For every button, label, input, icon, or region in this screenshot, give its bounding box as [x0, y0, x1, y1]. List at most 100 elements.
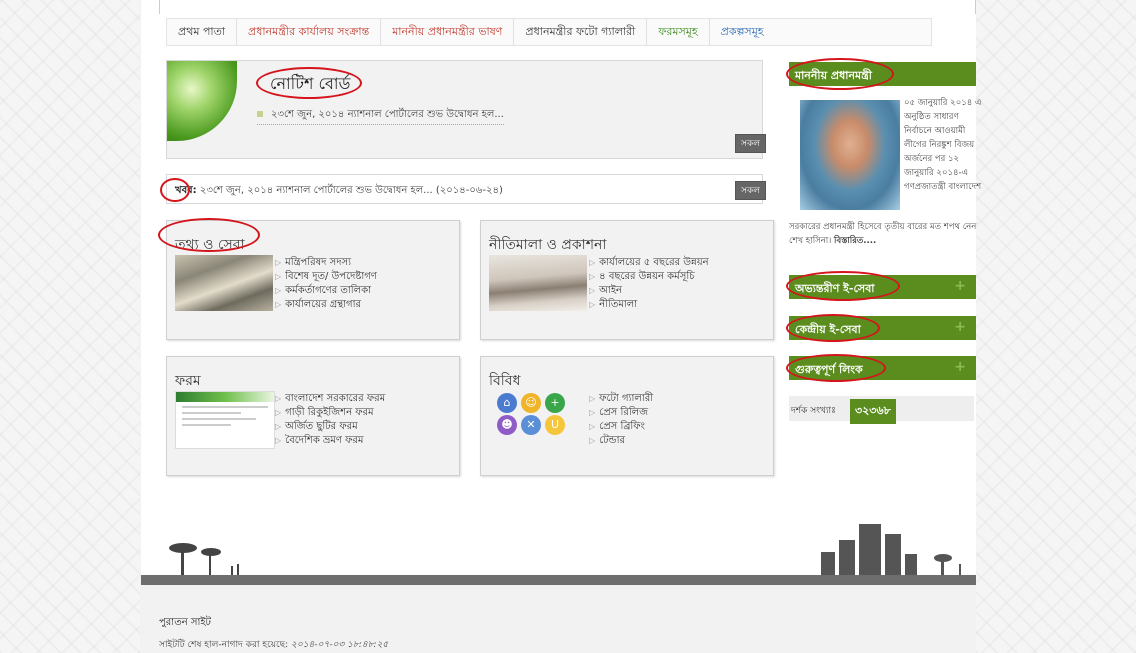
pm-bio-text: ০৫ জানুয়ারি ২০১৪ এ অনুষ্ঠিত সাধারণ নির্…	[904, 98, 982, 192]
box-title: তথ্য ও সেবা	[175, 237, 245, 253]
page-edge	[159, 0, 160, 14]
expand-plus-icon[interactable]: +	[954, 359, 966, 375]
old-site-link[interactable]: পুরাতন সাইট	[159, 615, 211, 632]
list-item[interactable]: ▷ বিশেষ দূত/ উপদেষ্টাগণ	[275, 270, 377, 284]
list-item-label[interactable]: প্রেস ব্রিফিং	[599, 421, 645, 432]
list-item[interactable]: ▷ নীতিমালা	[589, 298, 709, 312]
books-image	[489, 255, 587, 311]
nav-home[interactable]: প্রথম পাতা	[167, 19, 238, 45]
arrow-icon: ▷	[275, 258, 282, 267]
home-icon[interactable]: ⌂	[497, 393, 517, 413]
box-list: ▷ কার্যালয়ের ৫ বছরের উন্নয়ন ▷ ৪ বছরের উন…	[589, 256, 709, 312]
central-eservice-header[interactable]: কেন্দ্রীয় ই-সেবা +	[789, 316, 976, 340]
internal-eservice-header[interactable]: অভ্যন্তরীণ ই-সেবা +	[789, 275, 976, 299]
list-item-label[interactable]: বৈদেশিক ভ্রমণ ফরম	[285, 435, 363, 446]
list-item-label[interactable]: কার্যালয়ের গ্রন্থাগার	[285, 299, 361, 310]
internal-eservice-title[interactable]: অভ্যন্তরীণ ই-সেবা	[795, 280, 875, 299]
forms-box: ফরম ▷ বাংলাদেশ সরকারের ফরম ▷ গাড়ী রিকুইজি…	[166, 356, 460, 476]
expand-plus-icon[interactable]: +	[954, 278, 966, 294]
nav-projects[interactable]: প্রকল্পসমূহ	[710, 19, 775, 45]
last-updated-time: ২০১৪-০৭-০৩ ১৮:৪৮:২৫	[291, 640, 389, 650]
nav-speeches[interactable]: মাননীয় প্রধানমন্ত্রীর ভাষণ	[381, 19, 515, 45]
page-edge	[975, 0, 976, 14]
news-all-button[interactable]: সকল	[735, 181, 766, 200]
list-item-label[interactable]: বিশেষ দূত/ উপদেষ্টাগণ	[285, 271, 377, 282]
page-container: প্রথম পাতা প্রধানমন্ত্রীর কার্যালয় সংক্…	[141, 0, 981, 653]
list-item[interactable]: ▷ টেন্ডার	[589, 434, 653, 448]
form-image-header	[176, 392, 274, 402]
box-list: ▷ বাংলাদেশ সরকারের ফরম ▷ গাড়ী রিকুইজিশন ফ…	[275, 392, 385, 448]
nav-photo-gallery[interactable]: প্রধানমন্ত্রীর ফটো গ্যালারী	[514, 19, 648, 45]
list-item[interactable]: ▷ অর্জিত ছুটির ফরম	[275, 420, 385, 434]
notice-board-title: নোটিশ বোর্ড	[270, 74, 351, 93]
news-item[interactable]: ২৩শে জুন, ২০১৪ ন্যাশনাল পোর্টালের শুভ উদ…	[197, 185, 503, 196]
notice-all-button[interactable]: সকল	[735, 134, 766, 153]
last-updated-label: সাইটটি শেষ হাল-নাগাদ করা হয়েছে:	[159, 640, 289, 650]
form-image-line	[182, 412, 241, 414]
arrow-icon: ▷	[589, 408, 596, 417]
skyline-illustration	[169, 524, 961, 576]
pm-more-link[interactable]: বিস্তারিত....	[834, 236, 876, 246]
arrow-icon: ▷	[589, 422, 596, 431]
footer-bar	[141, 575, 976, 585]
list-item-label[interactable]: কর্মকর্তাগণের তালিকা	[285, 285, 371, 296]
info-service-box: তথ্য ও সেবা ▷ মন্ত্রিপরিষদ সদস্য ▷ বিশেষ দ…	[166, 220, 460, 340]
list-item[interactable]: ▷ কার্যালয়ের গ্রন্থাগার	[275, 298, 377, 312]
box-title: নীতিমালা ও প্রকাশনা	[489, 237, 607, 253]
list-item[interactable]: ▷ কার্যালয়ের ৫ বছরের উন্নয়ন	[589, 256, 709, 270]
list-item-label[interactable]: টেন্ডার	[599, 435, 625, 446]
info-icon[interactable]: U	[545, 415, 565, 435]
list-item-label[interactable]: ফটো গ্যালারী	[599, 393, 653, 404]
list-item[interactable]: ▷ কর্মকর্তাগণের তালিকা	[275, 284, 377, 298]
list-item-label[interactable]: ৪ বছরের উন্নয়ন কর্মসূচি	[599, 271, 694, 282]
important-links-title[interactable]: গুরুত্বপূর্ণ লিংক	[795, 361, 863, 380]
top-nav: প্রথম পাতা প্রধানমন্ত্রীর কার্যালয় সংক্…	[166, 18, 932, 46]
news-text[interactable]: খবর: ২৩শে জুন, ২০১৪ ন্যাশনাল পোর্টালের শ…	[175, 183, 503, 200]
list-item-label[interactable]: মন্ত্রিপরিষদ সদস্য	[285, 257, 351, 268]
nav-forms[interactable]: ফরমসমূহ	[647, 19, 710, 45]
list-item[interactable]: ▷ আইন	[589, 284, 709, 298]
form-image-line	[182, 406, 268, 408]
money-image	[175, 255, 273, 311]
list-item[interactable]: ▷ ৪ বছরের উন্নয়ন কর্মসূচি	[589, 270, 709, 284]
building-icon	[821, 524, 961, 576]
nav-pmo[interactable]: প্রধানমন্ত্রীর কার্যালয় সংক্রান্ত	[237, 19, 382, 45]
list-item[interactable]: ▷ বৈদেশিক ভ্রমণ ফরম	[275, 434, 385, 448]
plus-icon[interactable]: +	[545, 393, 565, 413]
visitor-count: ৩২৩৬৮	[850, 399, 896, 424]
list-item-label[interactable]: বাংলাদেশ সরকারের ফরম	[285, 393, 385, 404]
list-item[interactable]: ▷ গাড়ী রিকুইজিশন ফরম	[275, 406, 385, 420]
person-icon[interactable]: ☺	[521, 393, 541, 413]
pm-bio-text-2: সরকারের প্রধানমন্ত্রী হিসেবে তৃতীয় বারে…	[789, 222, 977, 246]
news-prefix: খবর:	[175, 185, 197, 196]
box-title: বিবিধ	[489, 373, 521, 389]
list-item[interactable]: ▷ প্রেস রিলিজ	[589, 406, 653, 420]
background-pattern-right	[976, 0, 1136, 653]
box-list: ▷ ফটো গ্যালারী ▷ প্রেস রিলিজ ▷ প্রেস ব্রিফি…	[589, 392, 653, 448]
list-item[interactable]: ▷ বাংলাদেশ সরকারের ফরম	[275, 392, 385, 406]
list-item[interactable]: ▷ মন্ত্রিপরিষদ সদস্য	[275, 256, 377, 270]
arrow-icon: ▷	[589, 286, 596, 295]
tree-icon	[169, 543, 239, 576]
bullet-icon	[257, 111, 263, 117]
list-item-label[interactable]: আইন	[599, 285, 622, 296]
notice-item-text[interactable]: ২৩শে জুন, ২০১৪ ন্যাশনাল পোর্টালের শুভ উদ…	[271, 109, 504, 120]
arrow-icon: ▷	[589, 258, 596, 267]
list-item-label[interactable]: কার্যালয়ের ৫ বছরের উন্নয়ন	[599, 257, 708, 268]
tools-icon[interactable]: ✕	[521, 415, 541, 435]
list-item-label[interactable]: অর্জিত ছুটির ফরম	[285, 421, 358, 432]
list-item-label[interactable]: প্রেস রিলিজ	[599, 407, 648, 418]
expand-plus-icon[interactable]: +	[954, 319, 966, 335]
visitor-label: দর্শক সংখ্যাঃ	[791, 406, 836, 416]
central-eservice-title[interactable]: কেন্দ্রীয় ই-সেবা	[795, 321, 861, 340]
pm-section-title: মাননীয় প্রধানমন্ত্রী	[795, 69, 872, 82]
arrow-icon: ▷	[275, 408, 282, 417]
important-links-header[interactable]: গুরুত্বপূর্ণ লিংক +	[789, 356, 976, 380]
list-item-label[interactable]: নীতিমালা	[599, 299, 637, 310]
policy-publication-box: নীতিমালা ও প্রকাশনা ▷ কার্যালয়ের ৫ বছরের…	[480, 220, 774, 340]
notice-item[interactable]: ২৩শে জুন, ২০১৪ ন্যাশনাল পোর্টালের শুভ উদ…	[257, 107, 504, 125]
list-item[interactable]: ▷ প্রেস ব্রিফিং	[589, 420, 653, 434]
users-icon[interactable]: ☻	[497, 415, 517, 435]
list-item[interactable]: ▷ ফটো গ্যালারী	[589, 392, 653, 406]
list-item-label[interactable]: গাড়ী রিকুইজিশন ফরম	[285, 407, 373, 418]
